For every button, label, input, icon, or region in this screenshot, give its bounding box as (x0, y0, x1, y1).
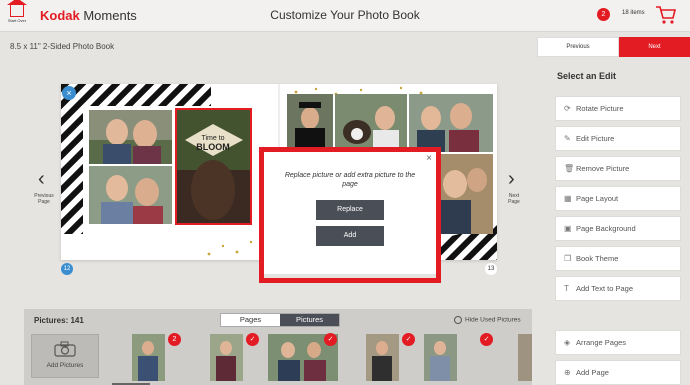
thumbnail-picture[interactable] (132, 334, 165, 381)
left-page-number: 12 (61, 263, 73, 275)
book-theme-button[interactable]: ❐ Book Theme (555, 246, 681, 271)
arrange-pages-button[interactable]: ◈ Arrange Pages (555, 330, 681, 355)
page-title: Customize Your Photo Book (270, 8, 420, 22)
used-check-icon: ✓ (246, 333, 259, 346)
trash-icon: 🗑 (564, 164, 575, 173)
rotate-picture-button[interactable]: ⟳ Rotate Picture (555, 96, 681, 121)
book-title: 8.5 x 11" 2-Sided Photo Book (10, 42, 115, 51)
photo-group-right[interactable] (409, 94, 493, 152)
replace-button[interactable]: Replace (316, 200, 384, 220)
tab-pages[interactable]: Pages (221, 314, 280, 326)
page-background-label: Page Background (576, 224, 636, 233)
used-check-icon: ✓ (324, 333, 337, 346)
hide-used-radio-icon[interactable] (454, 316, 462, 324)
rotate-picture-label: Rotate Picture (576, 104, 624, 113)
thumbnail-picture[interactable] (518, 334, 532, 381)
right-page-number: 13 (485, 263, 497, 275)
add-text-label: Add Text to Page (576, 284, 633, 293)
text-icon: T (564, 284, 569, 293)
used-check-icon: ✓ (402, 333, 415, 346)
thumbnail-picture[interactable] (210, 334, 243, 381)
photo-graduation-cap-selected[interactable]: Time to BLOOM (175, 108, 252, 225)
page-background-button[interactable]: ▣ Page Background (555, 216, 681, 241)
photo-two-girls-top[interactable] (89, 110, 172, 164)
svg-text:BLOOM: BLOOM (196, 142, 230, 152)
add-pictures-label: Add Pictures (46, 362, 84, 369)
sidebar-title: Select an Edit (557, 71, 617, 81)
book-theme-label: Book Theme (576, 254, 619, 263)
edit-picture-label: Edit Picture (576, 134, 615, 143)
add-page-button[interactable]: ⊕ Add Page (555, 360, 681, 385)
background-icon: ▣ (564, 224, 572, 233)
next-page-arrow-icon[interactable]: › (508, 168, 515, 191)
theme-icon: ❐ (564, 254, 572, 263)
previous-page-label: Previous Page (34, 193, 54, 205)
edit-icon: ✎ (564, 134, 571, 143)
camera-icon (32, 341, 98, 359)
thumbnail-count-badge: 2 (168, 333, 181, 346)
photo-two-girls-bottom[interactable] (89, 166, 172, 224)
arrange-pages-label: Arrange Pages (576, 338, 627, 347)
add-button[interactable]: Add (316, 226, 384, 246)
rotate-icon: ⟳ (564, 104, 571, 113)
layout-icon: ▦ (564, 194, 572, 203)
used-check-icon: ✓ (480, 333, 493, 346)
tray-tabs: Pages Pictures (220, 313, 340, 327)
previous-button[interactable]: Previous (537, 37, 619, 57)
tab-pictures[interactable]: Pictures (280, 314, 339, 326)
dialog-message: Replace picture or add extra picture to … (284, 172, 416, 188)
svg-text:Time to: Time to (201, 135, 224, 142)
add-page-label: Add Page (576, 368, 609, 377)
page-layout-button[interactable]: ▦ Page Layout (555, 186, 681, 211)
arrange-icon: ◈ (564, 338, 571, 347)
pictures-tray: Pictures: 141 Pages Pictures Hide Used P… (24, 309, 532, 385)
edit-sidebar: Select an Edit ⟳ Rotate Picture ✎ Edit Pic… (546, 58, 690, 385)
page-layout-label: Page Layout (576, 194, 619, 203)
add-pictures-button[interactable]: Add Pictures (31, 334, 99, 378)
remove-picture-label: Remove Picture (576, 164, 630, 173)
previous-page-arrow-icon[interactable]: ‹ (38, 168, 45, 191)
dialog-close-icon[interactable]: × (426, 153, 432, 164)
cart-item-count[interactable]: 18 items (622, 10, 645, 16)
notification-badge[interactable]: 2 (597, 8, 610, 21)
hide-used-label: Hide Used Pictures (465, 316, 521, 324)
thumbnail-picture[interactable] (366, 334, 399, 381)
app-header: Start Over Kodak Moments Customize Your … (0, 0, 690, 32)
hide-used-toggle[interactable]: Hide Used Pictures (454, 316, 521, 324)
cart-icon[interactable] (655, 5, 677, 30)
add-text-button[interactable]: T Add Text to Page (555, 276, 681, 301)
add-page-icon: ⊕ (564, 368, 571, 377)
thumbnail-picture[interactable] (424, 334, 457, 381)
remove-picture-button[interactable]: 🗑 Remove Picture (555, 156, 681, 181)
next-button[interactable]: Next (619, 37, 690, 57)
next-page-label: Next Page (508, 193, 520, 205)
pictures-count: Pictures: 141 (34, 316, 84, 325)
replace-add-dialog: × Replace picture or add extra picture t… (264, 152, 436, 274)
photo-couple[interactable] (435, 154, 493, 234)
edit-picture-button[interactable]: ✎ Edit Picture (555, 126, 681, 151)
close-photo-icon[interactable]: × (62, 86, 76, 100)
